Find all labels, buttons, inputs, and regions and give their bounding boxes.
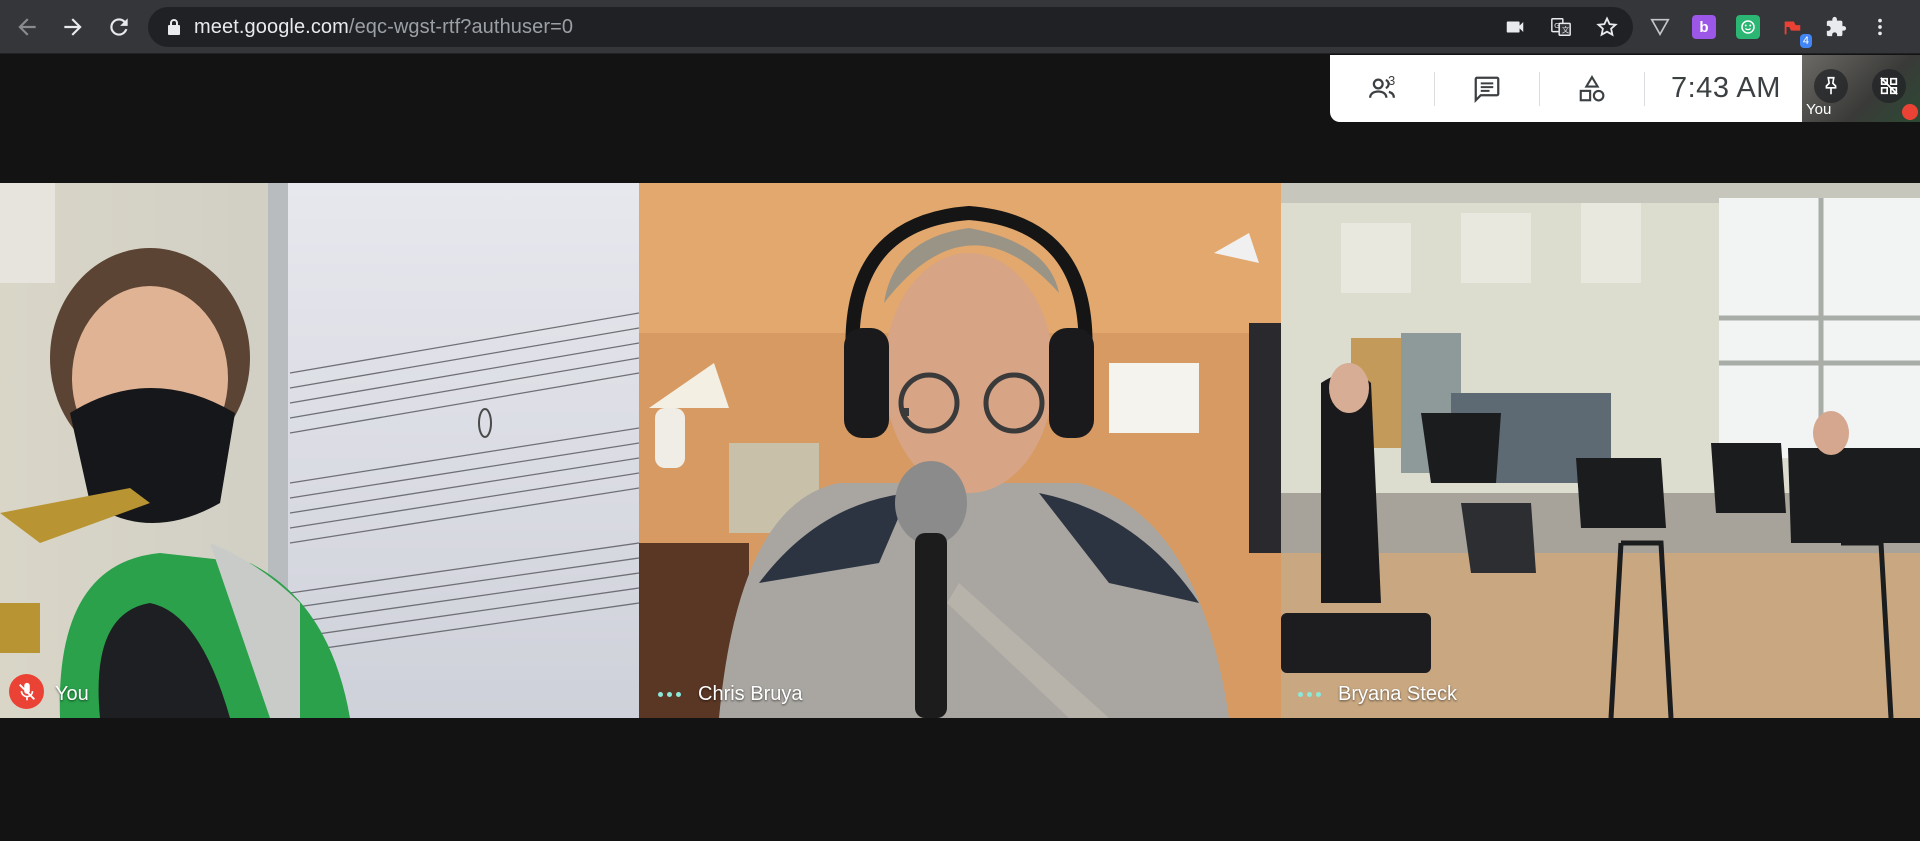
activities-button[interactable] (1540, 55, 1644, 122)
arrow-left-icon (18, 17, 36, 36)
participant-video (1281, 183, 1920, 718)
smile-extension-icon[interactable] (1736, 15, 1760, 39)
chat-icon (1474, 76, 1500, 103)
speaking-indicator (658, 692, 681, 697)
pin-self-button[interactable] (1814, 69, 1848, 103)
participant-name: You (55, 683, 89, 705)
participant-name: Bryana Steck (1338, 683, 1457, 705)
more-options-icon[interactable] (1868, 15, 1892, 39)
flag-extension-icon[interactable]: 4 (1780, 15, 1812, 48)
arrow-right-icon (64, 17, 82, 36)
self-preview-tile[interactable]: You (1802, 55, 1920, 122)
shield-extension-icon[interactable] (1648, 15, 1672, 39)
reload-icon (110, 17, 128, 36)
grid-off-icon (1880, 77, 1898, 95)
forward-button[interactable] (51, 5, 95, 49)
participant-video (639, 183, 1281, 718)
url-host: meet.google.com (194, 15, 349, 38)
url-path: /eqc-wgst-rtf?authuser=0 (348, 15, 574, 38)
back-button[interactable] (5, 5, 49, 49)
lock-icon (168, 19, 180, 35)
mic-off-indicator (9, 674, 44, 709)
speaking-indicator (1298, 692, 1321, 697)
self-preview-label: You (1806, 101, 1832, 118)
chat-button[interactable] (1435, 55, 1539, 122)
participant-name: Chris Bruya (698, 683, 803, 705)
meeting-clock: 7:43 AM (1671, 72, 1781, 104)
url-text: meet.google.com/eqc-wgst-rtf?authuser=0 (194, 16, 573, 39)
svg-text:文: 文 (1562, 26, 1570, 35)
extension-badge: 4 (1799, 34, 1812, 48)
people-count: 3 (1388, 73, 1396, 88)
hide-self-view-button[interactable] (1872, 69, 1906, 103)
camera-in-use-icon[interactable] (1503, 15, 1527, 39)
b-extension-icon[interactable]: b (1692, 15, 1716, 39)
bookmark-star-icon[interactable] (1595, 15, 1619, 39)
meet-info-panel: 3 7:43 AM (1330, 55, 1802, 122)
reload-button[interactable] (97, 5, 141, 49)
shapes-icon (1579, 74, 1605, 101)
puzzle-extensions-icon[interactable] (1824, 15, 1848, 39)
self-mic-off-indicator (1902, 104, 1918, 120)
participant-tile-you[interactable]: You (0, 183, 639, 718)
mic-off-icon (18, 682, 35, 700)
participant-video (0, 183, 639, 718)
panel-divider (1644, 71, 1645, 106)
pin-icon (1825, 76, 1837, 95)
people-button[interactable]: 3 (1330, 55, 1434, 122)
address-bar[interactable]: meet.google.com/eqc-wgst-rtf?authuser=0 … (148, 7, 1633, 47)
browser-toolbar: meet.google.com/eqc-wgst-rtf?authuser=0 … (0, 0, 1920, 54)
participant-tile-chris-bruya[interactable]: Chris Bruya (639, 183, 1281, 718)
translate-icon[interactable]: G文 (1549, 15, 1573, 39)
svg-text:G: G (1554, 21, 1560, 30)
participant-tile-bryana-steck[interactable]: Bryana Steck (1281, 183, 1920, 718)
